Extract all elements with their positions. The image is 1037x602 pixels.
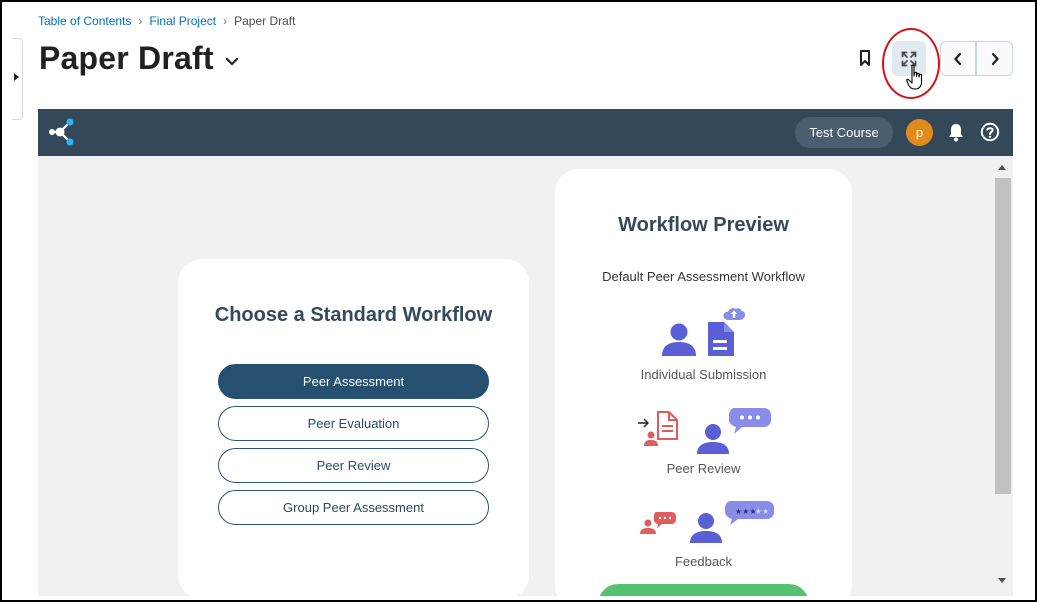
standard-workflow-card: Choose a Standard Workflow Peer Assessme… xyxy=(178,259,529,596)
app-logo-icon[interactable] xyxy=(48,115,80,149)
workflow-preview-subtitle: Default Peer Assessment Workflow xyxy=(602,269,805,284)
bookmark-icon[interactable] xyxy=(858,49,872,67)
step-label-individual-submission: Individual Submission xyxy=(640,367,767,382)
scrollbar-thumb[interactable] xyxy=(995,178,1011,494)
chevron-down-icon[interactable] xyxy=(225,57,239,67)
workflow-option-peer-review[interactable]: Peer Review xyxy=(218,448,489,483)
previous-topic-button[interactable] xyxy=(940,41,976,76)
breadcrumb-current: Paper Draft xyxy=(234,14,296,28)
next-topic-button[interactable] xyxy=(976,41,1013,76)
bell-icon[interactable] xyxy=(947,122,965,142)
breadcrumb-separator: › xyxy=(138,14,143,28)
workflow-preview-title: Workflow Preview xyxy=(618,214,789,236)
step-label-peer-review: Peer Review xyxy=(666,461,741,476)
scroll-up-arrow-icon[interactable] xyxy=(998,165,1006,170)
workflow-option-group-peer-assessment[interactable]: Group Peer Assessment xyxy=(218,490,489,525)
breadcrumb: Table of Contents › Final Project › Pape… xyxy=(38,14,295,28)
workflow-preview-card: Workflow Preview Default Peer Assessment… xyxy=(555,169,852,596)
page-title: Paper Draft xyxy=(39,40,214,76)
avatar[interactable]: p xyxy=(906,119,933,146)
sidebar-toggle-button[interactable] xyxy=(12,38,23,120)
breadcrumb-separator: › xyxy=(223,14,228,28)
standard-workflow-title: Choose a Standard Workflow xyxy=(214,304,493,326)
chevron-left-icon xyxy=(954,52,962,65)
app-header: Test Course p xyxy=(38,109,1013,156)
svg-text:★★★: ★★★ xyxy=(735,507,757,516)
breadcrumb-link-final-project[interactable]: Final Project xyxy=(149,14,216,28)
peer-review-icon xyxy=(638,408,771,454)
workflow-option-peer-assessment[interactable]: Peer Assessment xyxy=(218,364,489,399)
content-scrollbar[interactable] xyxy=(993,156,1013,596)
help-icon[interactable] xyxy=(980,122,1000,142)
green-action-button[interactable] xyxy=(598,584,809,596)
scroll-down-arrow-icon[interactable] xyxy=(998,578,1006,583)
expand-arrow-icon xyxy=(14,73,19,81)
svg-text:★★: ★★ xyxy=(755,507,769,516)
step-label-feedback: Feedback xyxy=(674,554,733,569)
breadcrumb-link-table-of-contents[interactable]: Table of Contents xyxy=(38,14,131,28)
individual-submission-icon xyxy=(662,308,746,356)
course-selector-button[interactable]: Test Course xyxy=(795,117,893,148)
feedback-icon: ★★★ ★★ xyxy=(640,501,774,543)
workflow-content-area: Choose a Standard Workflow Peer Assessme… xyxy=(38,156,993,596)
hand-cursor-icon xyxy=(906,64,923,90)
chevron-right-icon xyxy=(991,52,999,65)
workflow-option-peer-evaluation[interactable]: Peer Evaluation xyxy=(218,406,489,441)
